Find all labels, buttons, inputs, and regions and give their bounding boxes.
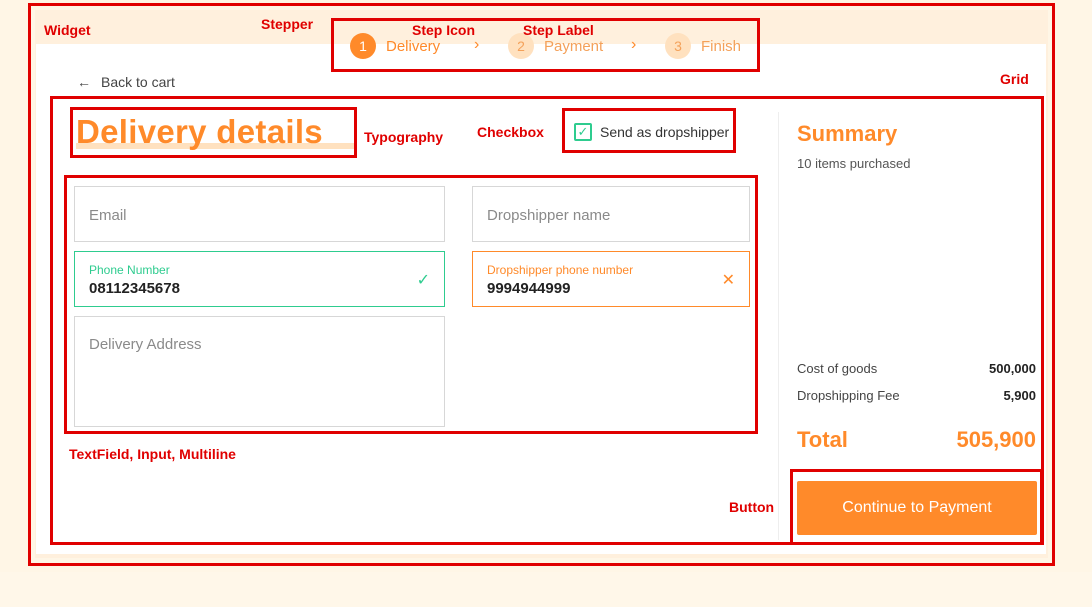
textfield-annotation-label: TextField, Input, Multiline [69, 446, 236, 462]
typography-annotation-label: Typography [364, 129, 444, 145]
stepper-annotation-label: Stepper [261, 16, 314, 32]
checkbox-annotation-label: Checkbox [477, 124, 544, 140]
step-label-annotation-label: Step Label [523, 22, 594, 38]
button-annotation-label: Button [729, 499, 775, 515]
widget-annotation-label: Widget [44, 22, 91, 38]
grid-annotation-label: Grid [1000, 71, 1029, 87]
widget-annotation-box [28, 3, 1055, 566]
step-icon-annotation-label: Step Icon [412, 22, 476, 38]
page-bottom-strip [0, 572, 1092, 607]
